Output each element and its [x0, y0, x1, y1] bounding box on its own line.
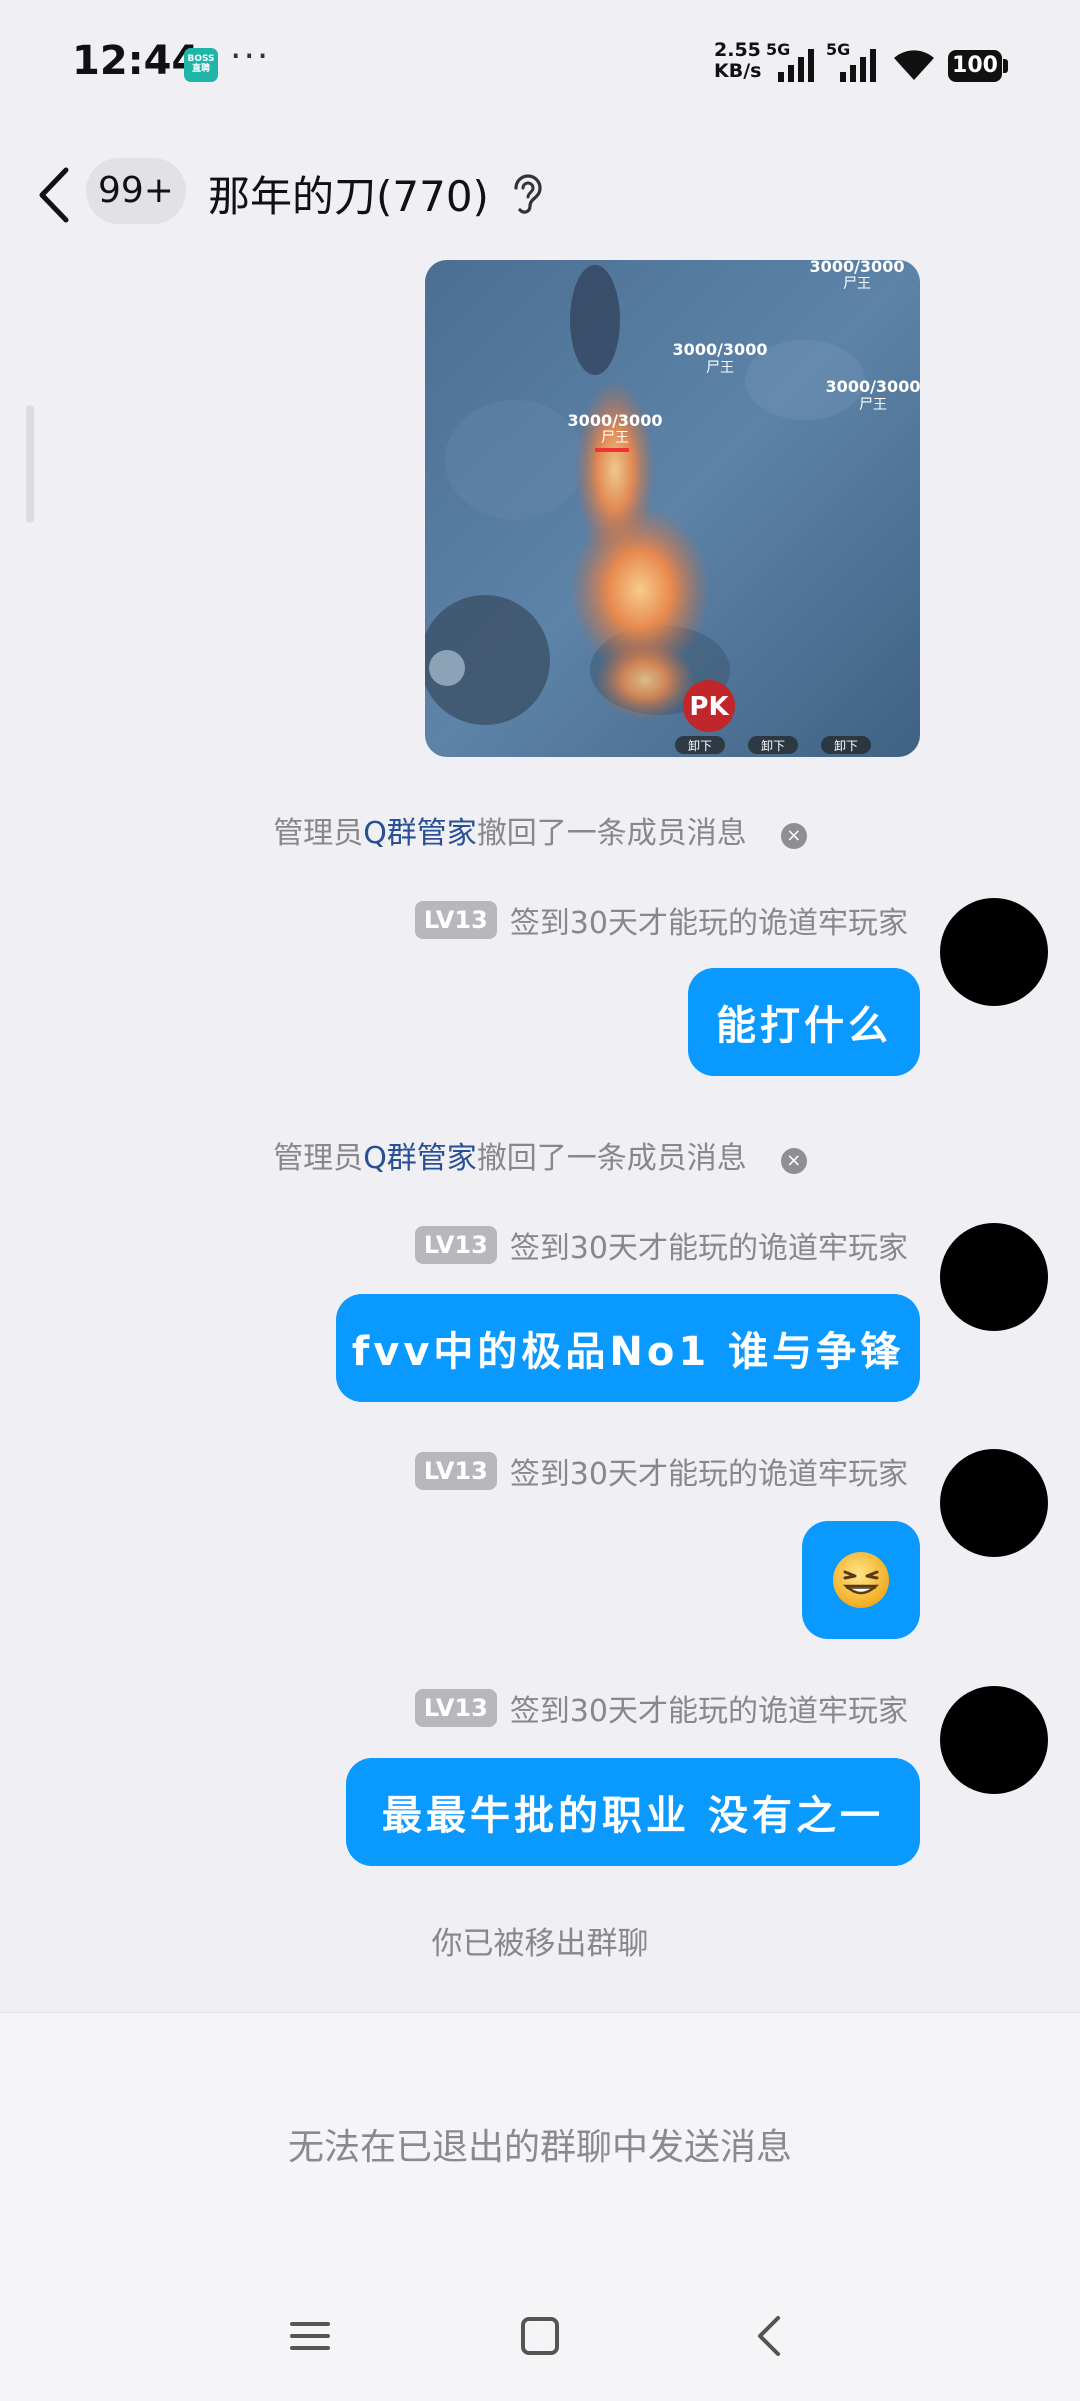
message-bubble[interactable]: fvv中的极品No1 谁与争锋: [336, 1294, 920, 1402]
hp-label-1: 3000/3000: [810, 260, 905, 276]
level-badge: LV13: [414, 901, 497, 939]
sender-name[interactable]: 签到30天才能玩的诡道牢玩家: [510, 1686, 908, 1730]
sender-name[interactable]: 签到30天才能玩的诡道牢玩家: [510, 1449, 908, 1493]
level-badge: LV13: [414, 1452, 497, 1490]
close-icon[interactable]: ×: [780, 823, 807, 849]
admin-link[interactable]: Q群管家: [363, 1141, 477, 1176]
message-bubble[interactable]: 最最牛批的职业 没有之一: [346, 1758, 920, 1866]
nav-back-icon[interactable]: [740, 2306, 800, 2366]
avatar[interactable]: [940, 1449, 1048, 1557]
game-screenshot-image[interactable]: PK 3000/3000 尸王 3000/3000 尸王 3000/3000 尸…: [425, 260, 920, 757]
avatar[interactable]: [940, 1686, 1048, 1794]
sender-line: LV13 签到30天才能玩的诡道牢玩家: [414, 1449, 908, 1493]
ear-icon[interactable]: [506, 170, 546, 218]
level-badge: LV13: [414, 1689, 497, 1727]
disabled-input-message: 无法在已退出的群聊中发送消息: [287, 2127, 792, 2168]
hp-label-3: 3000/3000: [826, 377, 920, 396]
recall-suffix: 撤回了一条成员消息: [476, 1141, 747, 1176]
network-speed-unit: KB/s: [714, 60, 762, 82]
unread-count-badge[interactable]: 99+: [86, 158, 186, 224]
sender-line: LV13 签到30天才能玩的诡道牢玩家: [414, 1686, 908, 1730]
level-badge: LV13: [414, 1226, 497, 1264]
boss-name-1: 尸王: [843, 276, 871, 292]
sender-name[interactable]: 签到30天才能玩的诡道牢玩家: [510, 1223, 908, 1267]
boss-name-4: 尸王: [601, 430, 629, 446]
recall-prefix: 管理员: [273, 816, 364, 851]
message-bubble[interactable]: 能打什么: [688, 968, 920, 1076]
close-icon[interactable]: ×: [780, 1148, 807, 1174]
recall-suffix: 撤回了一条成员消息: [476, 816, 747, 851]
network-speed: 2.55 KB/s: [714, 40, 761, 82]
removed-from-group-notice: 你已被移出群聊: [431, 1926, 649, 1962]
skill-button-3: 卸下: [834, 738, 858, 753]
sender-line: LV13 签到30天才能玩的诡道牢玩家: [414, 1223, 908, 1267]
network-speed-value: 2.55: [714, 39, 761, 61]
boss-name-3: 尸王: [859, 397, 887, 413]
pk-button-label: PK: [689, 692, 729, 722]
back-arrow-icon[interactable]: [30, 160, 80, 230]
grinning-squint-emoji-icon: [833, 1552, 889, 1608]
battery-indicator: 100: [948, 50, 1002, 82]
recall-prefix: 管理员: [273, 1141, 364, 1176]
home-icon[interactable]: [510, 2306, 570, 2366]
boss-app-icon: BOSS直聘: [184, 48, 218, 82]
recall-notice: 管理员Q群管家撤回了一条成员消息 ×: [0, 1133, 1080, 1177]
more-notifications-icon: ···: [230, 36, 271, 77]
boss-name-2: 尸王: [706, 360, 734, 376]
wifi-icon: [894, 50, 934, 80]
sender-line: LV13 签到30天才能玩的诡道牢玩家: [414, 898, 908, 942]
menu-icon[interactable]: [280, 2306, 340, 2366]
signal-bars-2-icon: [840, 49, 876, 82]
skill-button-2: 卸下: [761, 738, 785, 753]
game-scene: PK 3000/3000 尸王 3000/3000 尸王 3000/3000 尸…: [425, 260, 920, 757]
message-bubble[interactable]: [802, 1521, 920, 1639]
sender-name[interactable]: 签到30天才能玩的诡道牢玩家: [510, 898, 908, 942]
avatar[interactable]: [940, 898, 1048, 1006]
avatar[interactable]: [940, 1223, 1048, 1331]
status-time: 12:44: [72, 38, 200, 84]
recall-notice: 管理员Q群管家撤回了一条成员消息 ×: [0, 808, 1080, 852]
chat-title[interactable]: 那年的刀(770): [208, 163, 489, 224]
skill-button-1: 卸下: [688, 738, 712, 753]
scrollbar[interactable]: [26, 405, 34, 523]
hp-label-4: 3000/3000: [568, 411, 663, 430]
admin-link[interactable]: Q群管家: [363, 816, 477, 851]
battery-tip: [1003, 59, 1008, 73]
hp-label-2: 3000/3000: [673, 340, 768, 359]
signal-bars-icon: [778, 49, 814, 82]
